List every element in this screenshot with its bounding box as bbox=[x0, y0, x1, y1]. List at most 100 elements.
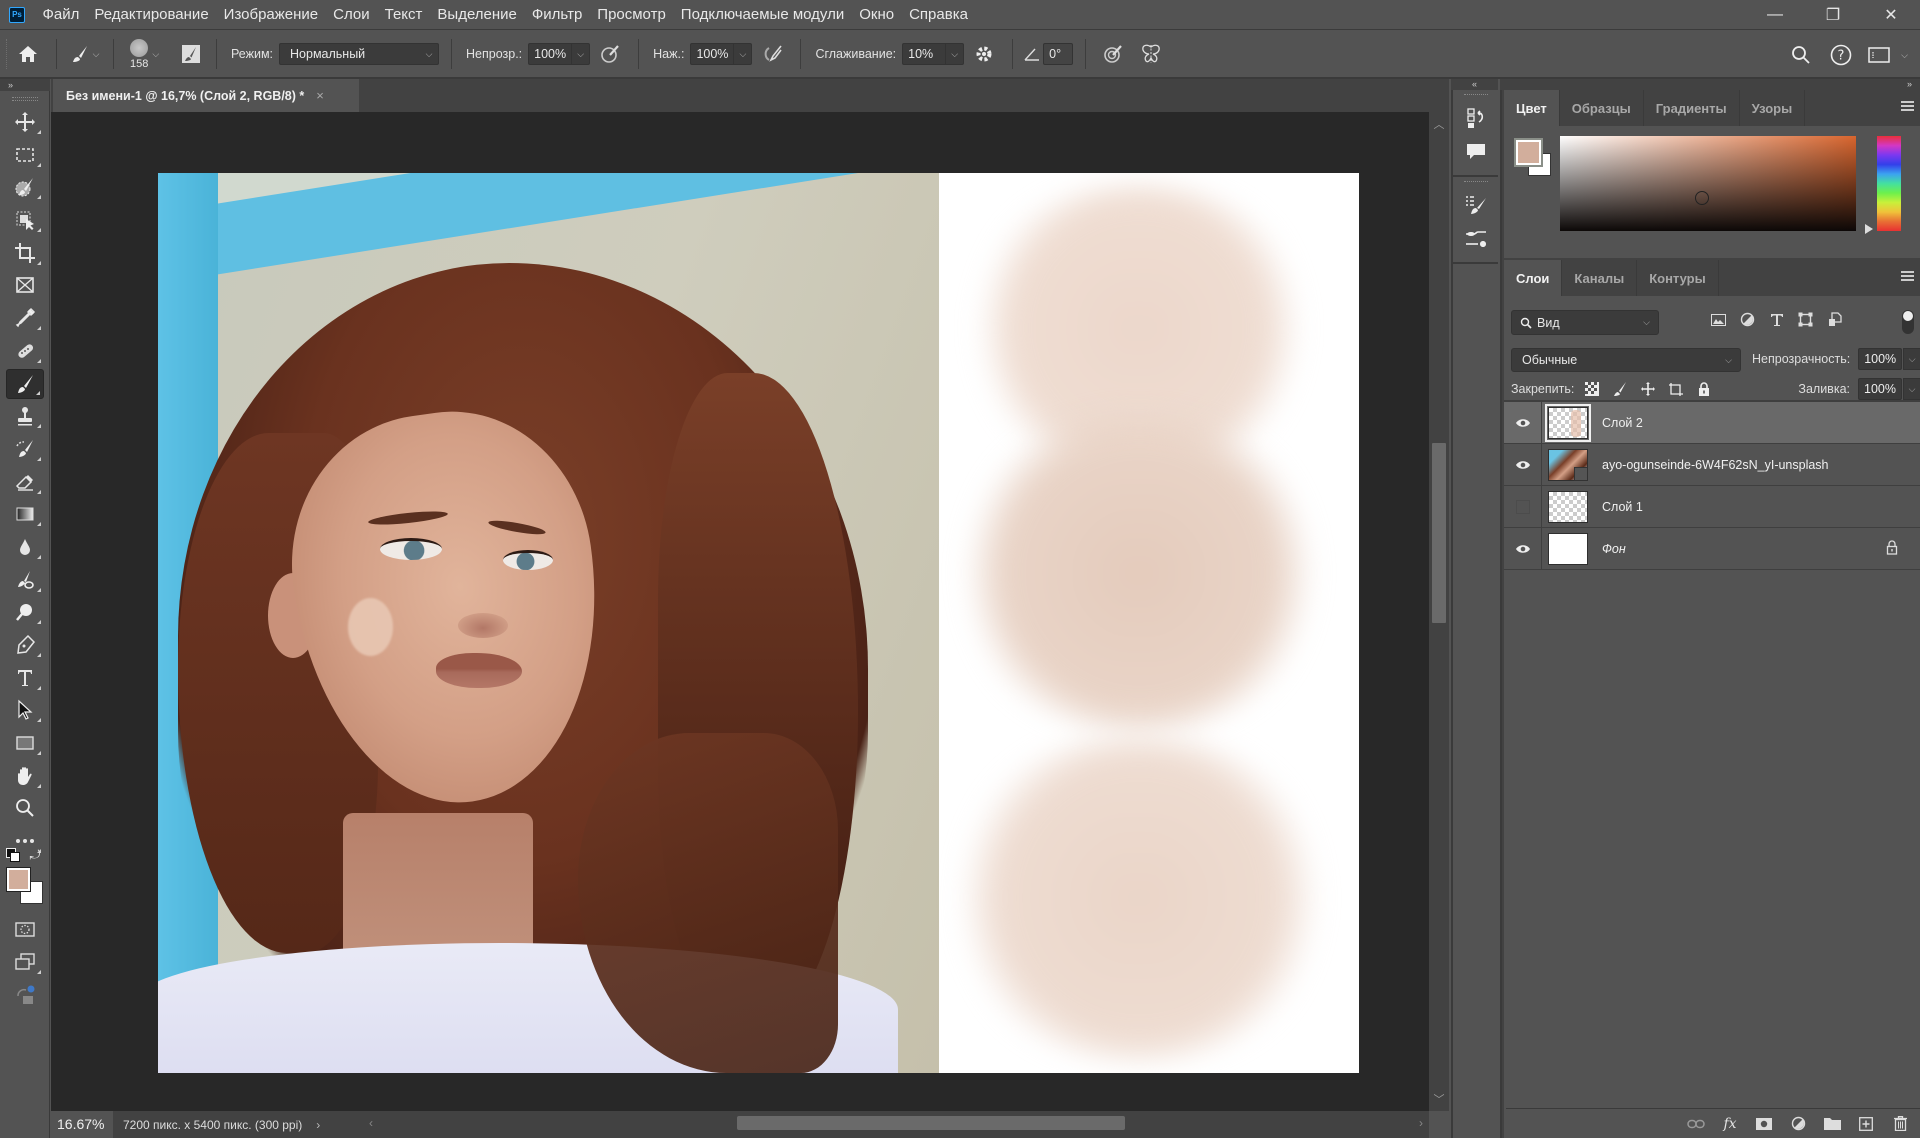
vertical-scrollbar[interactable]: ︿ ﹀ bbox=[1429, 112, 1449, 1111]
path-selection-tool[interactable] bbox=[6, 695, 44, 725]
brush-tool[interactable] bbox=[5, 368, 44, 399]
horizontal-scrollbar[interactable]: ‹ › bbox=[369, 1116, 1429, 1133]
blur-tool[interactable] bbox=[6, 532, 44, 562]
filter-adjustment-icon[interactable] bbox=[1739, 311, 1756, 328]
layer-row[interactable]: Слой 1 bbox=[1504, 485, 1920, 528]
lock-all-icon[interactable] bbox=[1696, 381, 1712, 397]
toolbar-collapse-button[interactable]: » bbox=[0, 79, 50, 91]
history-brush-tool[interactable] bbox=[6, 434, 44, 464]
frame-tool[interactable] bbox=[6, 270, 44, 300]
new-layer-icon[interactable] bbox=[1856, 1115, 1876, 1133]
airbrush-toggle[interactable] bbox=[752, 44, 792, 64]
lock-pixels-icon[interactable] bbox=[1612, 381, 1628, 397]
tool-preset-picker[interactable]: ⌵ bbox=[65, 45, 105, 63]
visibility-toggle[interactable] bbox=[1504, 485, 1542, 528]
minimize-button[interactable]: — bbox=[1746, 0, 1804, 30]
angle-input[interactable]: 0° bbox=[1043, 43, 1074, 65]
tab-paths[interactable]: Контуры bbox=[1637, 260, 1719, 296]
visibility-toggle[interactable] bbox=[1504, 527, 1542, 570]
link-layers-icon[interactable] bbox=[1686, 1115, 1706, 1133]
document-tab[interactable]: Без имени-1 @ 16,7% (Слой 2, RGB/8) * × bbox=[53, 79, 359, 112]
content-credentials-button[interactable] bbox=[6, 980, 44, 1010]
tab-channels[interactable]: Каналы bbox=[1562, 260, 1638, 296]
tab-layers[interactable]: Слои bbox=[1504, 260, 1563, 296]
filter-smart-object-icon[interactable] bbox=[1826, 311, 1843, 328]
screen-mode-button[interactable] bbox=[6, 947, 44, 977]
tab-swatches[interactable]: Образцы bbox=[1560, 90, 1644, 126]
lock-icon[interactable] bbox=[1886, 539, 1898, 558]
healing-brush-tool[interactable] bbox=[6, 336, 44, 366]
menu-edit[interactable]: Редактирование bbox=[87, 0, 216, 30]
symmetry-button[interactable] bbox=[1132, 44, 1170, 64]
delete-layer-icon[interactable] bbox=[1890, 1115, 1910, 1133]
layer-style-fx-icon[interactable]: fx bbox=[1720, 1115, 1740, 1133]
restore-button[interactable]: ❐ bbox=[1804, 0, 1862, 30]
close-window-button[interactable]: ✕ bbox=[1862, 0, 1920, 30]
add-mask-icon[interactable] bbox=[1754, 1115, 1774, 1133]
panel-menu-icon[interactable] bbox=[1901, 101, 1914, 111]
filter-shape-icon[interactable] bbox=[1797, 311, 1814, 328]
menu-select[interactable]: Выделение bbox=[430, 0, 524, 30]
layer-row[interactable]: ayo-ogunseinde-6W4F62sN_yI-unsplash bbox=[1504, 443, 1920, 486]
layer-row[interactable]: Фон bbox=[1504, 527, 1920, 570]
quick-selection-tool[interactable] bbox=[6, 172, 44, 202]
mode-select[interactable]: Нормальный ⌵ bbox=[279, 43, 440, 65]
blend-mode-select[interactable]: Обычные ⌵ bbox=[1511, 348, 1741, 372]
gradient-tool[interactable] bbox=[6, 499, 44, 529]
layer-name[interactable]: ayo-ogunseinde-6W4F62sN_yI-unsplash bbox=[1602, 458, 1829, 472]
clone-stamp-tool[interactable] bbox=[6, 401, 44, 431]
sponge-tool[interactable] bbox=[6, 597, 44, 627]
hue-slider[interactable] bbox=[1877, 136, 1901, 231]
scroll-left-icon[interactable]: ‹ bbox=[369, 1116, 373, 1130]
help-button[interactable]: ? bbox=[1821, 44, 1861, 66]
tab-gradients[interactable]: Градиенты bbox=[1644, 90, 1740, 126]
pen-tool[interactable] bbox=[6, 630, 44, 660]
smoothing-input[interactable]: 10% ⌵ bbox=[902, 43, 965, 65]
chevron-down-icon[interactable]: ⌵ bbox=[733, 44, 751, 64]
menu-plugins[interactable]: Подключаемые модули bbox=[673, 0, 851, 30]
close-tab-icon[interactable]: × bbox=[316, 88, 324, 103]
brush-settings-panel-button[interactable] bbox=[1453, 188, 1498, 222]
fill-input[interactable]: 100% bbox=[1858, 378, 1902, 400]
adjustment-layer-icon[interactable] bbox=[1788, 1115, 1808, 1133]
chevron-down-icon[interactable]: ⌵ bbox=[945, 44, 963, 64]
zoom-tool[interactable] bbox=[6, 793, 44, 823]
home-button[interactable] bbox=[8, 45, 48, 63]
quick-mask-button[interactable] bbox=[6, 914, 44, 944]
brush-settings-toggle[interactable] bbox=[174, 44, 208, 64]
scroll-down-icon[interactable]: ﹀ bbox=[1429, 1091, 1449, 1107]
status-menu-arrow[interactable]: › bbox=[316, 1118, 320, 1132]
filter-type-icon[interactable] bbox=[1768, 311, 1785, 328]
menu-help[interactable]: Справка bbox=[902, 0, 976, 30]
new-group-icon[interactable] bbox=[1822, 1115, 1842, 1133]
dodge-tool[interactable] bbox=[6, 565, 44, 595]
foreground-color-swatch[interactable] bbox=[1516, 140, 1541, 165]
menu-view[interactable]: Просмотр bbox=[590, 0, 674, 30]
zoom-level[interactable]: 16.67% bbox=[51, 1111, 113, 1138]
smoothing-options-button[interactable] bbox=[964, 45, 1004, 63]
layer-row[interactable]: Слой 2 bbox=[1504, 401, 1920, 444]
filter-pixel-icon[interactable] bbox=[1710, 311, 1727, 328]
workspace-button[interactable] bbox=[1861, 47, 1897, 63]
lock-position-icon[interactable] bbox=[1640, 381, 1656, 397]
hue-slider-pointer[interactable] bbox=[1865, 224, 1873, 234]
visibility-toggle[interactable] bbox=[1504, 401, 1542, 444]
lock-transparency-icon[interactable] bbox=[1584, 381, 1600, 397]
layer-filter-toggle[interactable] bbox=[1902, 310, 1914, 334]
menu-filter[interactable]: Фильтр bbox=[524, 0, 589, 30]
move-tool[interactable] bbox=[6, 107, 44, 137]
panel-menu-icon[interactable] bbox=[1901, 271, 1914, 281]
rect-marquee-tool[interactable] bbox=[6, 140, 44, 170]
chevron-down-icon[interactable]: ⌵ bbox=[1903, 378, 1920, 400]
layer-filter-select[interactable]: Вид ⌵ bbox=[1511, 310, 1659, 335]
pressure-size-toggle[interactable] bbox=[1094, 44, 1132, 64]
pressure-opacity-toggle[interactable] bbox=[590, 44, 630, 64]
tab-patterns[interactable]: Узоры bbox=[1740, 90, 1806, 126]
swap-colors-icon[interactable]: ⤾ bbox=[30, 847, 41, 863]
default-colors-icon[interactable] bbox=[5, 848, 20, 863]
object-selection-tool[interactable] bbox=[6, 205, 44, 235]
type-tool[interactable] bbox=[6, 663, 44, 693]
chevron-down-icon[interactable]: ⌵ bbox=[571, 44, 589, 64]
rectangle-tool[interactable] bbox=[6, 728, 44, 758]
menu-layer[interactable]: Слои bbox=[326, 0, 377, 30]
